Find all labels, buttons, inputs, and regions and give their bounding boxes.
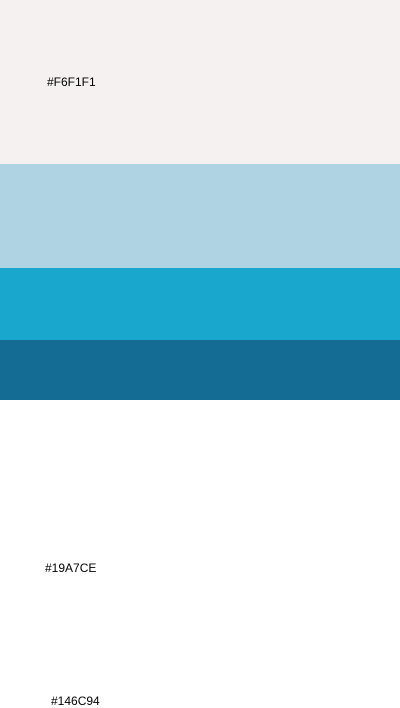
color-swatch: #19A7CE xyxy=(0,268,400,575)
swatch-hex-label: #19A7CE xyxy=(45,561,97,575)
swatch-hex-label: #F6F1F1 xyxy=(47,75,96,89)
color-swatch: #F6F1F1 xyxy=(0,0,400,164)
color-swatch: #AFD3E2 xyxy=(0,164,400,390)
swatch-hex-label: #146C94 xyxy=(51,694,100,708)
color-swatch: #146C94 xyxy=(0,340,400,708)
color-palette: #F6F1F1 #AFD3E2 #19A7CE #146C94 xyxy=(0,0,400,708)
